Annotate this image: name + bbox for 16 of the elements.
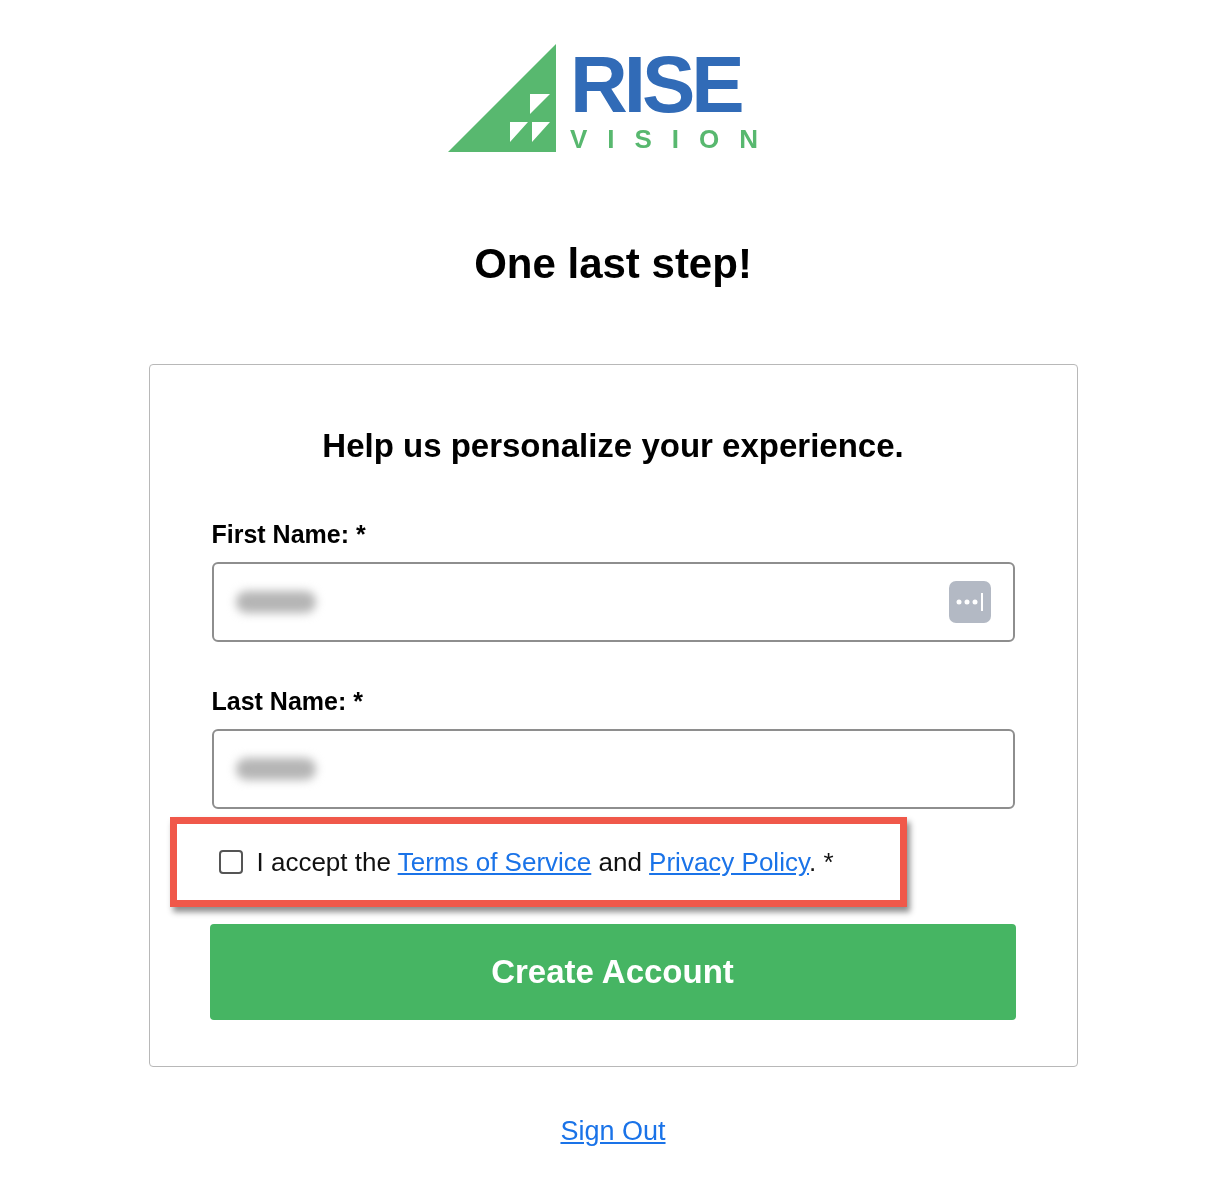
policy-link[interactable]: Terms of Service: [397, 846, 592, 877]
logo-subtitle: VISION: [569, 126, 779, 152]
page-title: One last step!: [474, 239, 752, 289]
consent-text: I accept the Terms of Service and Privacy Policy. *: [256, 845, 834, 879]
field-label: First Name: *: [211, 519, 367, 549]
input-field[interactable]: [211, 729, 1015, 809]
input-field[interactable]: [211, 562, 1015, 642]
autofill-icon[interactable]: [948, 581, 991, 623]
policy-link[interactable]: Privacy Policy: [649, 846, 809, 877]
form-heading: Help us personalize your experience.: [321, 426, 905, 466]
logo-triangle-icon: [447, 44, 556, 152]
sign-out-link[interactable]: Sign Out: [560, 1111, 666, 1152]
field-label: Last Name: *: [211, 686, 364, 716]
logo-wordmark: RISE: [569, 50, 741, 120]
checkbox[interactable]: [218, 850, 243, 874]
create-account-button[interactable]: Create Account: [209, 924, 1016, 1020]
